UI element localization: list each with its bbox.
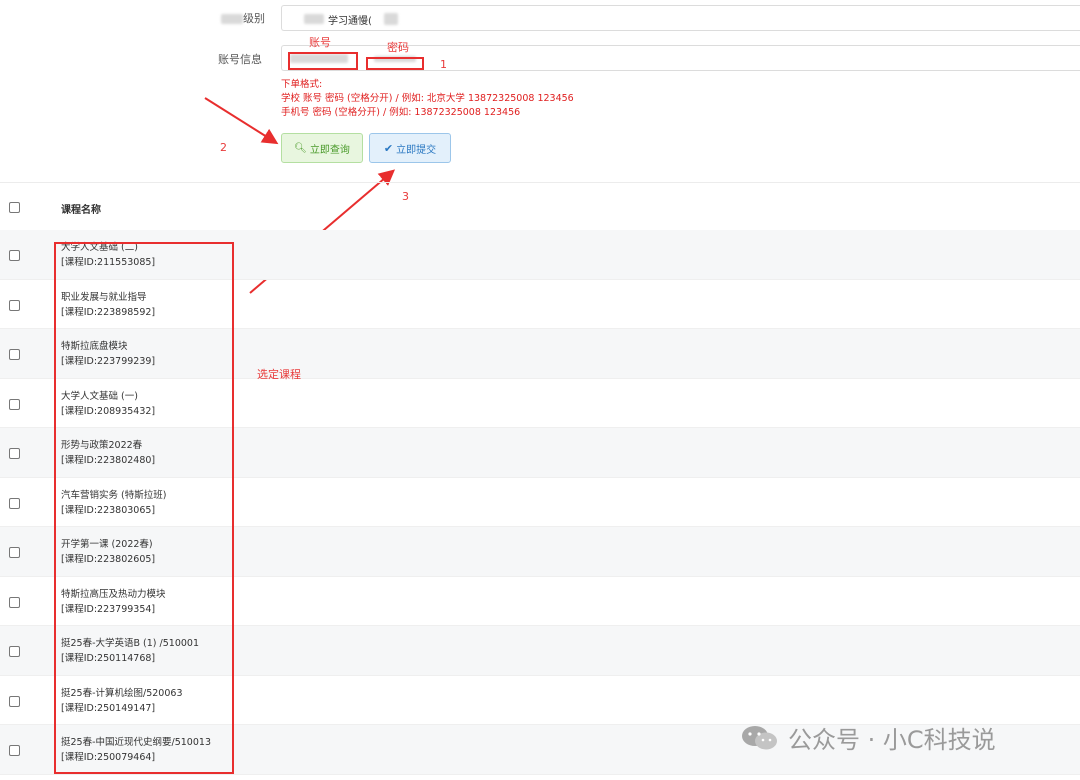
watermark-text: 公众号 · 小C科技说 (788, 726, 996, 754)
query-button-label: 立即查询 (309, 144, 350, 156)
select-course-annotation: 选定课程 (257, 368, 301, 381)
submit-button-label: 立即提交 (396, 144, 437, 156)
select-all-checkbox[interactable] (9, 202, 20, 213)
course-list-highlight-box (54, 242, 234, 774)
row-checkbox[interactable] (9, 646, 20, 657)
row-checkbox[interactable] (9, 349, 20, 360)
watermark: 公众号 · 小C科技说 (740, 720, 996, 755)
submit-button[interactable]: ✔ 立即提交 (369, 133, 451, 163)
search-plus-icon: 🔍︎ (294, 142, 307, 154)
row-checkbox[interactable] (9, 547, 20, 558)
row-checkbox[interactable] (9, 448, 20, 459)
table-header: 课程名称 (0, 182, 1080, 232)
column-header-course-name: 课程名称 (61, 205, 101, 216)
query-button[interactable]: 🔍︎ 立即查询 (281, 133, 363, 163)
row-checkbox[interactable] (9, 299, 20, 311)
row-checkbox[interactable] (9, 596, 20, 608)
row-checkbox[interactable] (9, 695, 20, 707)
row-checkbox[interactable] (9, 250, 20, 261)
row-checkbox[interactable] (9, 745, 20, 756)
row-checkbox[interactable] (9, 497, 20, 509)
wechat-icon (742, 725, 777, 749)
check-icon: ✔ (383, 141, 394, 155)
row-checkbox[interactable] (9, 398, 20, 410)
